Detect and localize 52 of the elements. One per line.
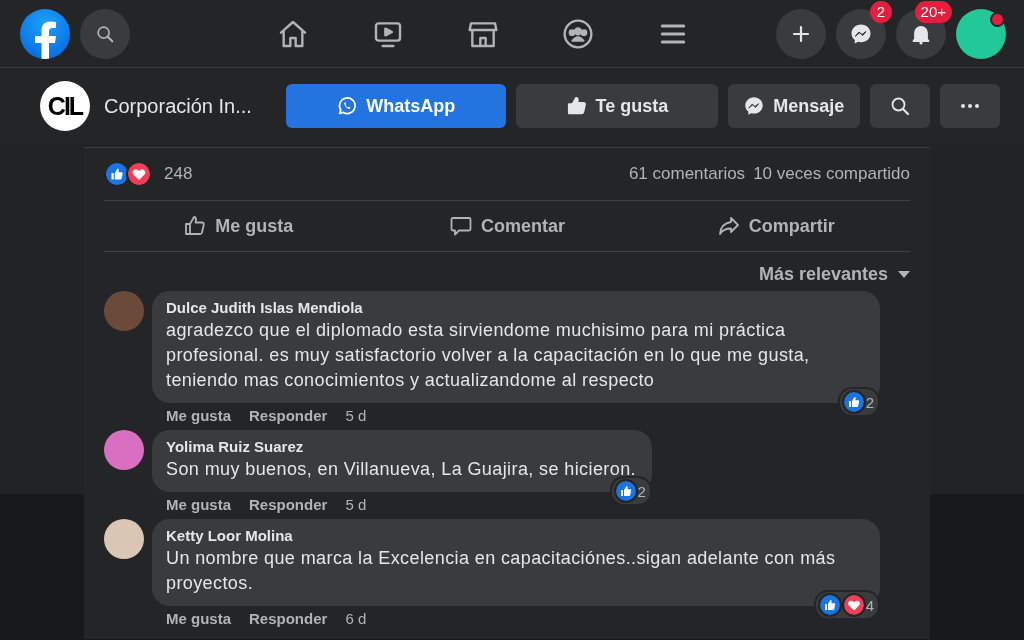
reply-link[interactable]: Responder (249, 610, 328, 627)
comment-text: Son muy buenos, en Villanueva, La Guajira, se hicieron. (166, 458, 636, 481)
like-link[interactable]: Me gusta (166, 610, 231, 627)
notification-badge: 2 (870, 0, 892, 23)
comments-count[interactable]: 61 comentarios (628, 164, 746, 184)
like-link[interactable]: Me gusta (166, 407, 231, 424)
comment-time[interactable]: 6 d (345, 610, 367, 627)
comment-author[interactable]: Ketty Loor Molina (166, 527, 864, 544)
reply-link[interactable]: Responder (249, 496, 328, 513)
reaction-count: 2 (865, 393, 874, 411)
comment-text: agradezco que el diplomado esta sirviendome muchisimo para mi práctica profesional. es muy satisfactorio volver a la capacitación en lo que me gusta, teniendo mas conocimientos y actualizandome al respecto (166, 319, 811, 392)
avatar-placeholder[interactable] (104, 519, 144, 559)
reaction-summary[interactable]: 2 (839, 389, 878, 415)
notification-badge: 20+ (914, 0, 952, 23)
create-button[interactable] (776, 8, 826, 59)
whatsapp-button[interactable]: WhatsApp (285, 84, 506, 128)
sort-dropdown[interactable]: Más relevantes (758, 264, 910, 285)
page-title[interactable]: Corporación In... (104, 94, 252, 118)
speech-bubble-icon (449, 214, 473, 238)
reaction-count: 4 (865, 596, 874, 614)
like-action-button[interactable]: Me gusta (104, 201, 373, 251)
comment-action-button[interactable]: Comentar (372, 201, 642, 251)
messenger-button[interactable] (836, 8, 886, 59)
messenger-icon (743, 95, 766, 117)
page-logo: CIL (40, 81, 90, 131)
comment-text: Un nombre que marca la Excelencia en capacitaciónes..sigan adelante con más proyectos. (166, 547, 837, 595)
reaction-count: 2 (637, 482, 646, 500)
avatar-placeholder[interactable] (104, 430, 144, 470)
messenger-button[interactable]: Mensaje (727, 84, 860, 128)
profile-avatar[interactable] (956, 8, 1006, 59)
whatsapp-icon (336, 95, 359, 117)
reply-link[interactable]: Responder (249, 407, 328, 424)
facebook-logo[interactable] (20, 8, 70, 59)
shares-count[interactable]: 10 veces compartido (753, 164, 910, 184)
reaction-summary[interactable]: 2 (611, 478, 650, 504)
more-icon (960, 104, 979, 108)
like-button[interactable]: Te gusta (515, 84, 718, 128)
search-button[interactable] (869, 84, 930, 128)
share-action-button[interactable]: Compartir (641, 201, 910, 251)
comment-time[interactable]: 5 d (345, 407, 367, 424)
reaction-count[interactable]: 248 (164, 164, 193, 184)
caret-icon (898, 271, 910, 278)
like-link[interactable]: Me gusta (166, 496, 231, 513)
thumbs-up-icon (183, 214, 208, 238)
people-icon (562, 17, 594, 50)
reaction-summary[interactable]: 4 (815, 592, 878, 618)
share-arrow-icon (716, 214, 741, 238)
comment-time[interactable]: 5 d (345, 496, 367, 513)
comment-author[interactable]: Dulce Judith Islas Mendiola (166, 299, 864, 316)
comment-author[interactable]: Yolima Ruiz Suarez (166, 438, 636, 455)
thumbs-up-icon (565, 95, 588, 117)
search-button[interactable] (80, 8, 130, 59)
